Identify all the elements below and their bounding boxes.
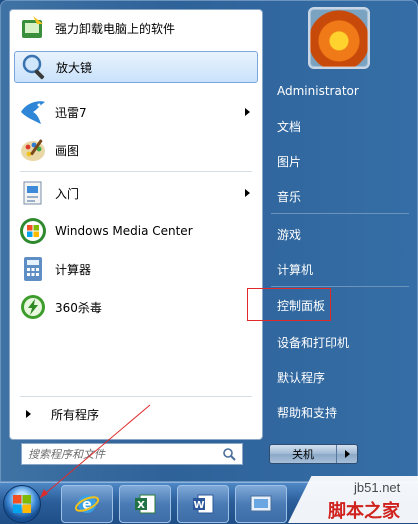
program-label: 强力卸载电脑上的软件 [55, 21, 176, 36]
right-item-label: 图片 [277, 154, 302, 169]
submenu-arrow-icon [245, 189, 250, 197]
right-item-label: 设备和打印机 [277, 335, 350, 350]
search-placeholder: 搜索程序和文件 [28, 448, 105, 461]
program-label: 画图 [55, 143, 80, 158]
shutdown-button[interactable]: 关机 [269, 444, 358, 464]
right-item-label: 计算机 [277, 262, 314, 277]
magnifier-icon [19, 52, 49, 82]
svg-text:X: X [137, 500, 145, 511]
right-item-devices-printers[interactable]: 设备和打印机 [271, 329, 409, 355]
right-item-pictures[interactable]: 图片 [271, 148, 409, 174]
right-item-label: 音乐 [277, 189, 302, 204]
program-windows-media-center[interactable]: Windows Media Center [14, 215, 258, 247]
program-getting-started[interactable]: 入门 [14, 177, 258, 209]
chevron-right-icon [26, 410, 31, 418]
right-item-default-programs[interactable]: 默认程序 [271, 364, 409, 390]
calculator-icon [18, 254, 48, 284]
program-label: Windows Media Center [55, 224, 193, 238]
control-panel-icon [250, 495, 272, 512]
windows-logo-icon [13, 495, 31, 513]
right-item-documents[interactable]: 文档 [271, 113, 409, 139]
highlight-box [247, 288, 331, 321]
taskbar-excel[interactable]: X [119, 485, 171, 523]
program-label: 迅雷7 [55, 105, 87, 120]
antivirus-360-icon [18, 292, 48, 322]
uninstall-tool-icon [18, 13, 48, 43]
program-label: 放大镜 [56, 60, 93, 75]
taskbar-internet-explorer[interactable]: e [61, 485, 113, 523]
divider [20, 396, 252, 397]
thunder-bird-icon [18, 97, 48, 127]
shutdown-label: 关机 [270, 445, 337, 463]
program-label: 入门 [55, 186, 80, 201]
paint-palette-icon [18, 135, 48, 165]
right-item-help-support[interactable]: 帮助和支持 [271, 399, 409, 425]
start-menu: 强力卸载电脑上的软件 放大镜 迅雷7 画图 入门 Windows Media C… [0, 0, 418, 482]
program-calculator[interactable]: 计算器 [14, 253, 258, 285]
getting-started-icon [18, 178, 48, 208]
taskbar-word[interactable]: W [177, 485, 229, 523]
right-item-user[interactable]: Administrator [271, 78, 409, 104]
program-360-antivirus[interactable]: 360杀毒 [14, 291, 258, 323]
program-magnifier[interactable]: 放大镜 [14, 51, 258, 83]
program-label: 计算器 [55, 262, 92, 277]
watermark-brand: 脚本之家 [328, 501, 400, 522]
search-input[interactable]: 搜索程序和文件 [21, 443, 243, 465]
user-avatar[interactable] [308, 7, 370, 69]
right-item-games[interactable]: 游戏 [271, 221, 409, 247]
shutdown-options-arrow-icon[interactable] [337, 445, 357, 463]
submenu-arrow-icon [245, 108, 250, 116]
program-label: 360杀毒 [55, 300, 102, 315]
divider [20, 171, 252, 172]
taskbar-control-panel[interactable] [235, 485, 287, 523]
internet-explorer-icon: e [74, 495, 100, 513]
word-icon: W [193, 494, 214, 514]
watermark-site: jb51.net [354, 480, 401, 495]
excel-icon: X [135, 494, 156, 514]
right-item-label: 默认程序 [277, 370, 326, 385]
divider [271, 213, 409, 214]
right-item-label: 帮助和支持 [277, 405, 338, 420]
windows-logo-icon [18, 216, 48, 246]
right-item-label: 游戏 [277, 227, 302, 242]
right-item-computer[interactable]: 计算机 [271, 256, 409, 282]
right-item-label: 文档 [277, 119, 302, 134]
all-programs-label: 所有程序 [51, 407, 100, 422]
search-icon [222, 447, 236, 461]
svg-text:W: W [193, 500, 204, 511]
all-programs-button[interactable]: 所有程序 [14, 402, 258, 426]
start-button[interactable] [3, 485, 41, 523]
program-thunder[interactable]: 迅雷7 [14, 96, 258, 128]
user-name: Administrator [277, 84, 359, 98]
right-item-music[interactable]: 音乐 [271, 183, 409, 209]
program-paint[interactable]: 画图 [14, 134, 258, 166]
programs-panel: 强力卸载电脑上的软件 放大镜 迅雷7 画图 入门 Windows Media C… [9, 9, 263, 440]
divider [271, 286, 409, 287]
program-uninstall-tool[interactable]: 强力卸载电脑上的软件 [14, 12, 258, 44]
